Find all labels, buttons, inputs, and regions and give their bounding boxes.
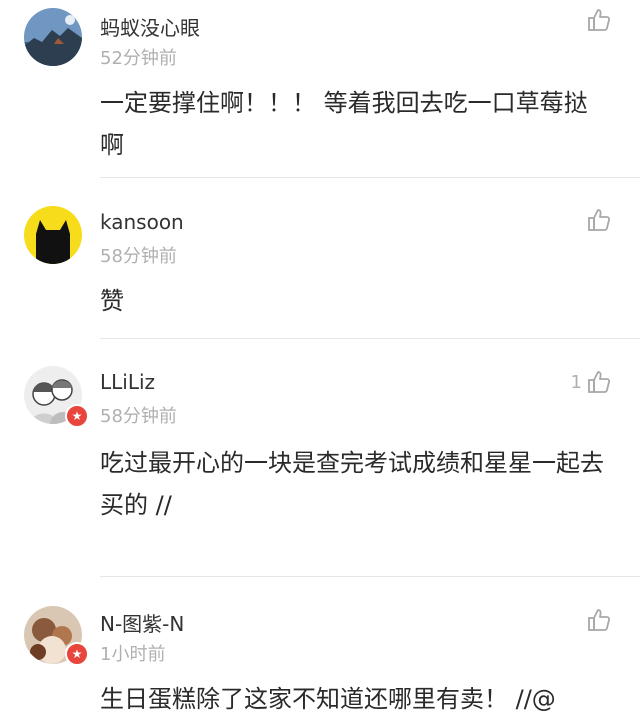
like-button[interactable] [582,206,612,234]
comment-item: ★ LLiLiz 58分钟前 1 吃过最开心的一块是查完考试成绩和星星一起去买的… [0,340,640,578]
divider [100,576,640,577]
comment-text: 赞 [100,287,124,315]
timestamp: 52分钟前 [100,48,177,69]
username[interactable]: 蚂蚁没心眼 [100,12,200,41]
username[interactable]: kansoon [100,210,184,234]
divider [100,338,640,339]
thumbs-up-icon [588,209,611,231]
like-button[interactable] [582,606,612,634]
timestamp: 58分钟前 [100,246,177,267]
like-button[interactable]: 1 [571,368,612,396]
comment-text: 吃过最开心的一块是查完考试成绩和星星一起去买的 // [100,449,604,519]
username[interactable]: N-图紫-N [100,608,184,637]
comment-item: kansoon 58分钟前 赞 [0,178,640,340]
comment-item: ★ N-图紫-N 1小时前 生日蛋糕除了这家不知道还哪里有卖！ //@ [0,578,640,723]
thumbs-up-icon [588,609,611,631]
star-badge-icon: ★ [65,404,89,428]
timestamp: 58分钟前 [100,406,177,427]
landscape-avatar-icon [24,8,82,66]
thumbs-up-icon [588,9,611,31]
comment-item: 蚂蚁没心眼 52分钟前 一定要撑住啊！！！ 等着我回去吃一口草莓挞啊 [0,0,640,178]
black-cat-avatar-icon [24,206,82,264]
like-button[interactable] [582,6,612,34]
timestamp: 1小时前 [100,644,166,665]
comment-text: 生日蛋糕除了这家不知道还哪里有卖！ //@ [100,685,556,713]
star-badge-icon: ★ [65,642,89,666]
comment-text: 一定要撑住啊！！！ 等着我回去吃一口草莓挞啊 [100,89,588,159]
like-count: 1 [570,371,582,393]
thumbs-up-icon [588,371,611,393]
user-avatar[interactable] [24,8,82,66]
username[interactable]: LLiLiz [100,370,155,394]
user-avatar[interactable] [24,206,82,264]
